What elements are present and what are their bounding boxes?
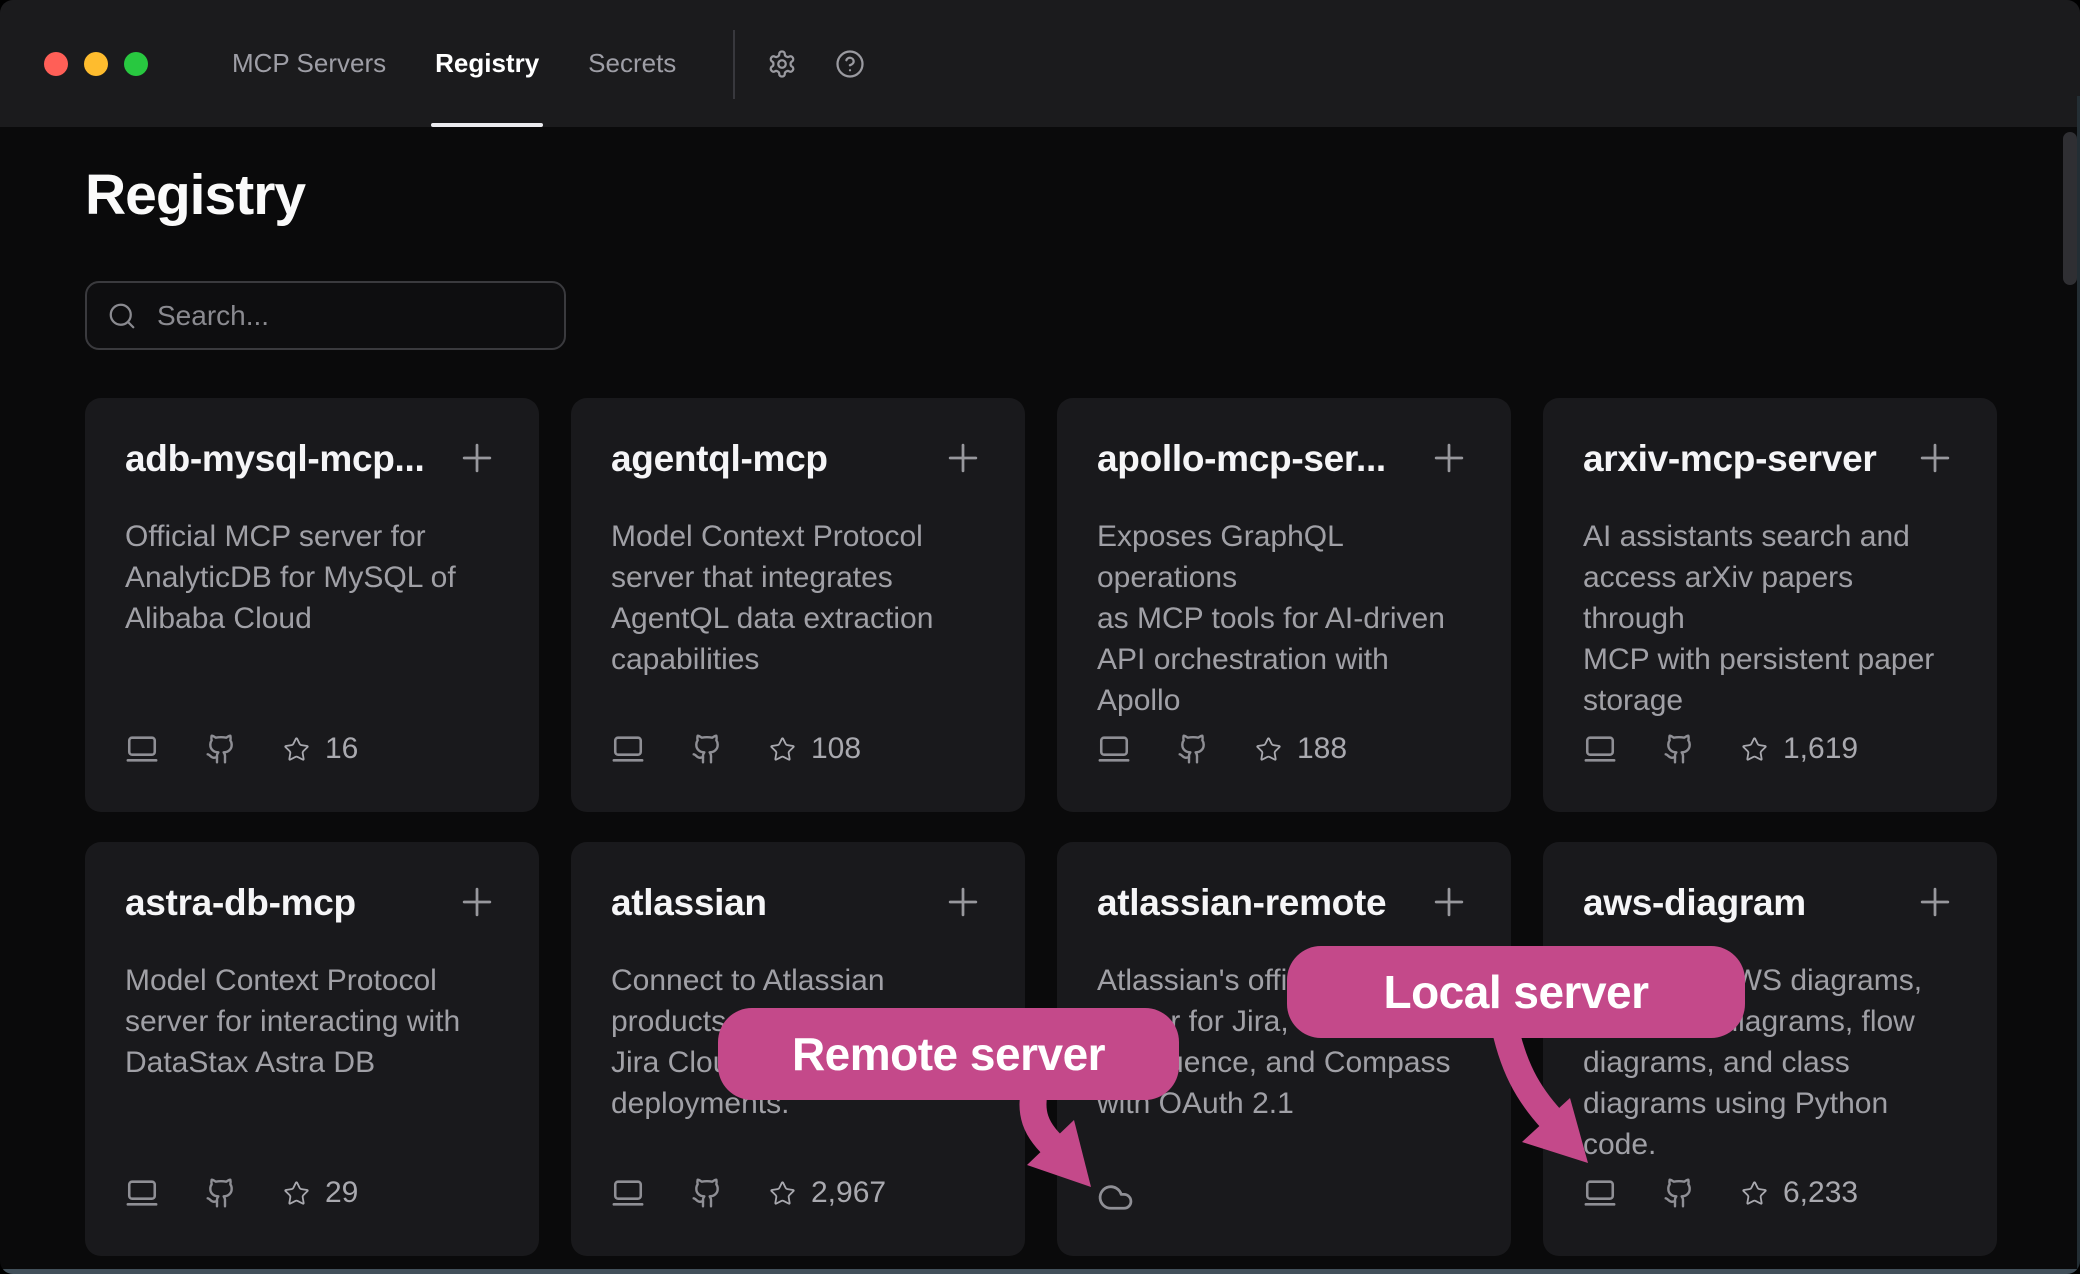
plus-icon — [941, 880, 985, 924]
star-count: 108 — [811, 732, 861, 766]
settings-icon[interactable] — [767, 49, 797, 79]
server-description: Generate AWS diagrams, sequence diagrams… — [1583, 960, 1957, 1165]
app-window: MCP Servers Registry Secrets Registry ad… — [0, 0, 2080, 1274]
star-icon — [769, 1180, 796, 1207]
star-icon — [1741, 736, 1768, 763]
github-icon[interactable] — [1663, 1177, 1695, 1209]
laptop-icon — [1097, 732, 1131, 766]
star-icon — [769, 736, 796, 763]
add-server-button[interactable] — [455, 880, 499, 924]
search-box — [85, 281, 566, 350]
server-card-apollo-mcp-server[interactable]: apollo-mcp-ser... Exposes GraphQL operat… — [1057, 398, 1511, 812]
server-description: Connect to Atlassian products. Supports … — [611, 960, 985, 1124]
server-card-agentql-mcp[interactable]: agentql-mcp Model Context Protocol serve… — [571, 398, 1025, 812]
scrollbar-thumb[interactable] — [2063, 132, 2077, 285]
laptop-icon — [1583, 732, 1617, 766]
plus-icon — [1913, 880, 1957, 924]
server-name: apollo-mcp-ser... — [1097, 438, 1386, 480]
server-card-adb-mysql-mcp[interactable]: adb-mysql-mcp... Official MCP server for… — [85, 398, 539, 812]
laptop-icon — [125, 732, 159, 766]
plus-icon — [455, 880, 499, 924]
cloud-icon — [1097, 1179, 1134, 1216]
laptop-icon — [611, 732, 645, 766]
search-icon — [107, 301, 137, 331]
search-input[interactable] — [155, 299, 539, 333]
star-icon — [283, 736, 310, 763]
main-nav: MCP Servers Registry Secrets — [232, 0, 676, 127]
tab-secrets[interactable]: Secrets — [588, 0, 676, 127]
star-icon — [1255, 736, 1282, 763]
plus-icon — [1427, 436, 1471, 480]
titlebar: MCP Servers Registry Secrets — [0, 0, 2080, 127]
github-icon[interactable] — [691, 733, 723, 765]
server-name: atlassian — [611, 882, 767, 924]
star-count: 6,233 — [1783, 1176, 1858, 1210]
plus-icon — [455, 436, 499, 480]
traffic-light-close[interactable] — [44, 52, 68, 76]
tab-registry[interactable]: Registry — [435, 0, 539, 127]
server-name: agentql-mcp — [611, 438, 828, 480]
laptop-icon — [125, 1176, 159, 1210]
laptop-icon — [1583, 1176, 1617, 1210]
add-server-button[interactable] — [1913, 436, 1957, 480]
star-count: 188 — [1297, 732, 1347, 766]
server-name: atlassian-remote — [1097, 882, 1386, 924]
github-icon[interactable] — [205, 1177, 237, 1209]
server-description: Official MCP server for AnalyticDB for M… — [125, 516, 499, 639]
titlebar-divider — [733, 30, 735, 99]
help-icon[interactable] — [835, 49, 865, 79]
registry-page: Registry adb-mysql-mcp... Official MCP s… — [0, 127, 2080, 1256]
server-name: aws-diagram — [1583, 882, 1806, 924]
server-card-arxiv-mcp-server[interactable]: arxiv-mcp-server AI assistants search an… — [1543, 398, 1997, 812]
traffic-lights — [0, 0, 148, 127]
add-server-button[interactable] — [1427, 880, 1471, 924]
traffic-light-zoom[interactable] — [124, 52, 148, 76]
traffic-light-minimize[interactable] — [84, 52, 108, 76]
server-card-astra-db-mcp[interactable]: astra-db-mcp Model Context Protocol serv… — [85, 842, 539, 1256]
star-count: 16 — [325, 732, 358, 766]
plus-icon — [1427, 880, 1471, 924]
star-icon — [283, 1180, 310, 1207]
server-card-aws-diagram[interactable]: aws-diagram Generate AWS diagrams, seque… — [1543, 842, 1997, 1256]
server-description: AI assistants search and access arXiv pa… — [1583, 516, 1957, 721]
add-server-button[interactable] — [455, 436, 499, 480]
add-server-button[interactable] — [1913, 880, 1957, 924]
github-icon[interactable] — [1663, 733, 1695, 765]
github-icon[interactable] — [1177, 733, 1209, 765]
server-name: adb-mysql-mcp... — [125, 438, 424, 480]
server-description: Atlassian's official MCP server for Jira… — [1097, 960, 1471, 1124]
tab-mcp-servers[interactable]: MCP Servers — [232, 0, 386, 127]
star-icon — [1741, 1180, 1768, 1207]
star-count: 29 — [325, 1176, 358, 1210]
star-count: 1,619 — [1783, 732, 1858, 766]
add-server-button[interactable] — [941, 436, 985, 480]
page-title: Registry — [85, 165, 1997, 225]
window-edge-bottom — [0, 1269, 2080, 1274]
server-card-atlassian-remote[interactable]: atlassian-remote Atlassian's official MC… — [1057, 842, 1511, 1256]
github-icon[interactable] — [205, 733, 237, 765]
plus-icon — [1913, 436, 1957, 480]
star-count: 2,967 — [811, 1176, 886, 1210]
plus-icon — [941, 436, 985, 480]
server-card-atlassian[interactable]: atlassian Connect to Atlassian products.… — [571, 842, 1025, 1256]
github-icon[interactable] — [691, 1177, 723, 1209]
server-grid: adb-mysql-mcp... Official MCP server for… — [85, 398, 1997, 1256]
server-name: astra-db-mcp — [125, 882, 356, 924]
server-description: Model Context Protocol server for intera… — [125, 960, 499, 1083]
server-description: Model Context Protocol server that integ… — [611, 516, 985, 680]
laptop-icon — [611, 1176, 645, 1210]
server-name: arxiv-mcp-server — [1583, 438, 1876, 480]
add-server-button[interactable] — [1427, 436, 1471, 480]
add-server-button[interactable] — [941, 880, 985, 924]
server-description: Exposes GraphQL operations as MCP tools … — [1097, 516, 1471, 721]
